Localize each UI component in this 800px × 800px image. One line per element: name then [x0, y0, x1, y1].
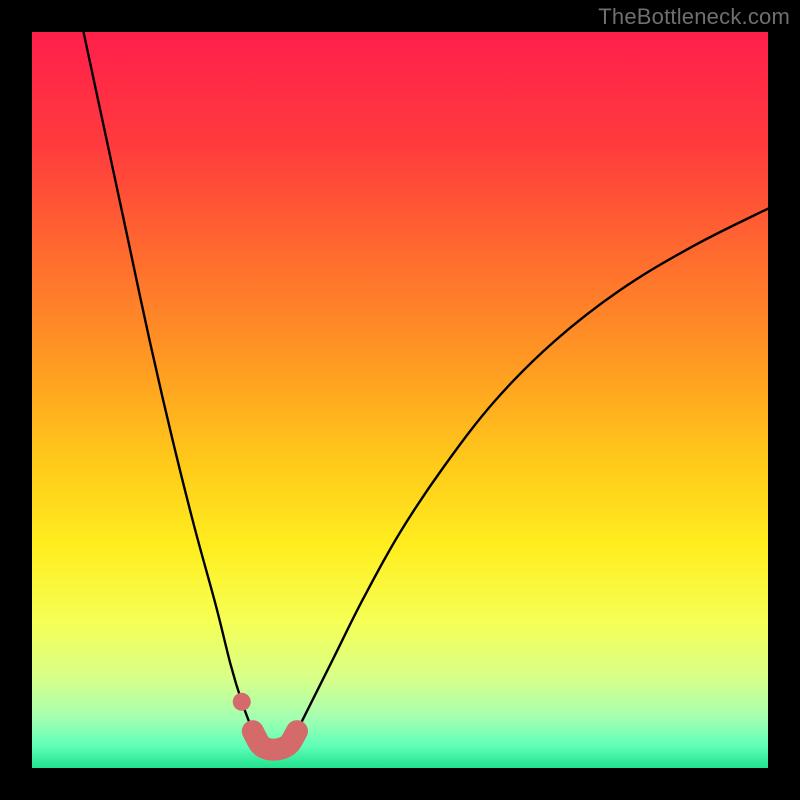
watermark-text: TheBottleneck.com — [598, 4, 790, 30]
gradient-background — [32, 32, 768, 768]
highlight-dot — [233, 693, 251, 711]
bottleneck-chart — [32, 32, 768, 768]
chart-frame — [32, 32, 768, 768]
